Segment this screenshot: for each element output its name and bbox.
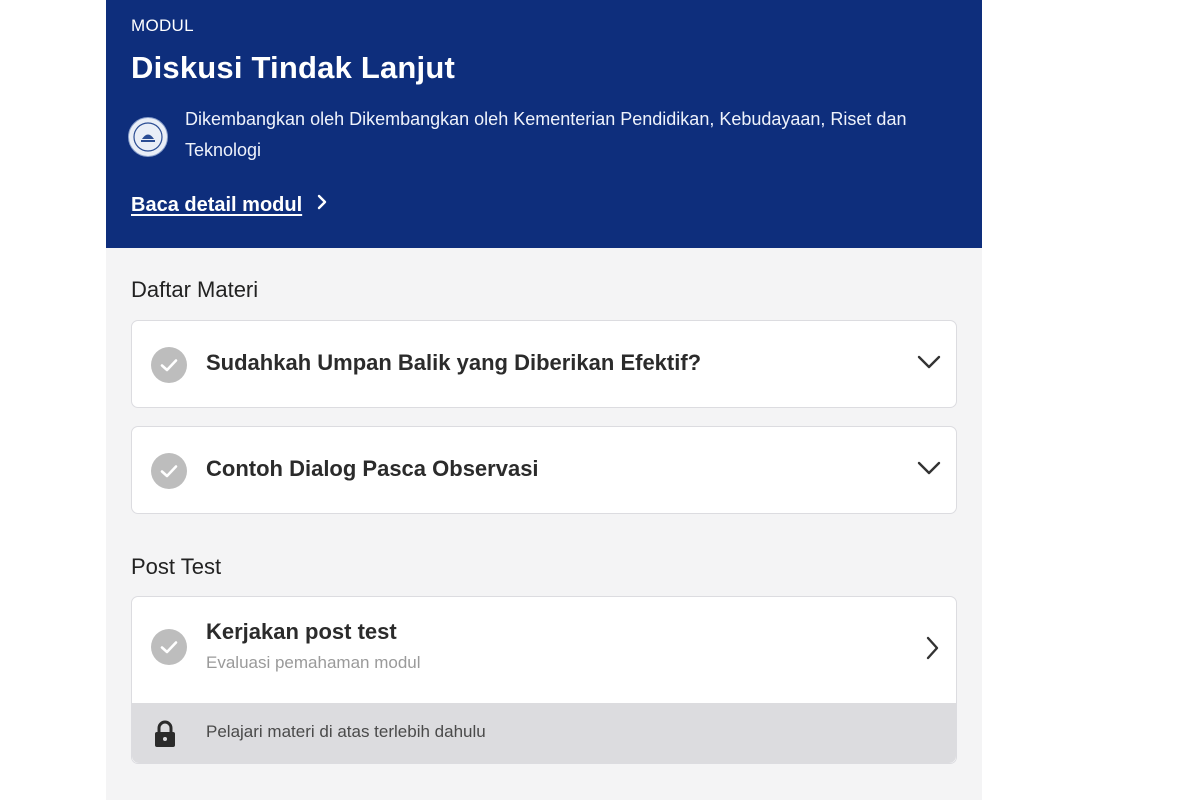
module-developer: Dikembangkan oleh Dikembangkan oleh Keme… (185, 109, 907, 160)
check-circle-icon (151, 347, 187, 383)
materials-heading: Daftar Materi (131, 277, 259, 302)
module-title: Diskusi Tindak Lanjut (131, 50, 456, 85)
check-circle-icon (151, 629, 187, 665)
material-item-title: Sudahkah Umpan Balik yang Diberikan Efek… (206, 350, 702, 375)
module-page: MODUL Diskusi Tindak Lanjut Dikembangkan… (106, 0, 982, 800)
locked-notice: Pelajari materi di atas terlebih dahulu (132, 703, 956, 763)
chevron-down-icon[interactable] (916, 459, 942, 482)
module-detail-link[interactable]: Baca detail modul (131, 193, 328, 217)
chevron-down-icon[interactable] (916, 353, 942, 376)
org-logo-icon (128, 117, 168, 157)
material-item-title: Contoh Dialog Pasca Observasi (206, 456, 539, 481)
post-test-card[interactable]: Kerjakan post test Evaluasi pemahaman mo… (131, 596, 957, 764)
material-item[interactable]: Sudahkah Umpan Balik yang Diberikan Efek… (131, 320, 957, 408)
module-label: MODUL (131, 16, 194, 35)
locked-notice-text: Pelajari materi di atas terlebih dahulu (206, 722, 486, 741)
module-detail-link-label: Baca detail modul (131, 193, 303, 216)
material-item[interactable]: Contoh Dialog Pasca Observasi (131, 426, 957, 514)
module-header: MODUL Diskusi Tindak Lanjut Dikembangkan… (106, 0, 982, 248)
post-test-subtitle: Evaluasi pemahaman modul (206, 653, 421, 672)
post-test-heading: Post Test (131, 554, 222, 579)
chevron-right-icon (316, 193, 328, 217)
chevron-right-icon[interactable] (924, 635, 940, 666)
check-circle-icon (151, 453, 187, 489)
post-test-title: Kerjakan post test (206, 619, 397, 644)
lock-icon (152, 719, 178, 754)
